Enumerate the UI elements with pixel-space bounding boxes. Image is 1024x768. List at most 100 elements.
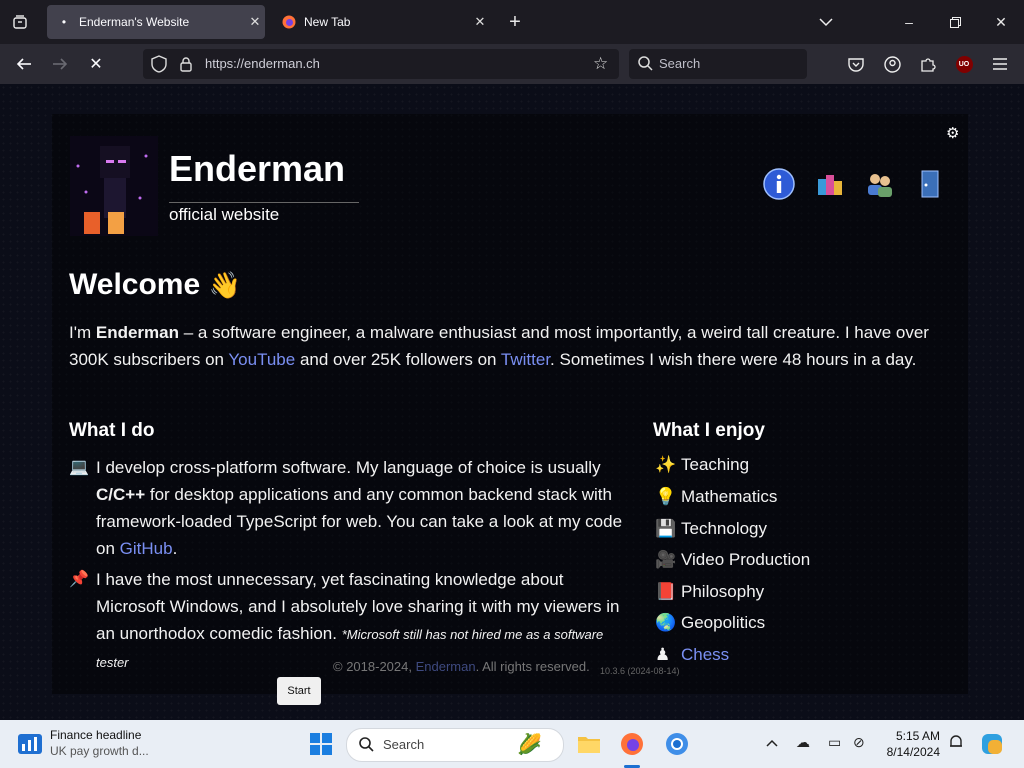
url-bar[interactable]: https://enderman.ch ☆ [143, 49, 619, 79]
item-bold: C/C++ [96, 485, 146, 504]
firefox-icon [282, 15, 296, 29]
info-icon[interactable] [762, 167, 796, 201]
clock-time[interactable]: 5:15 AM [884, 729, 940, 743]
movie-camera-emoji: 🎥 [655, 550, 677, 569]
windows-taskbar: Finance headline UK pay growth d... Sear… [0, 720, 1024, 768]
taskbar-search-placeholder: Search [383, 737, 425, 752]
intro-name: Enderman [95, 323, 179, 342]
footer-enderman-link[interactable]: Enderman [416, 659, 476, 674]
close-tab-icon[interactable]: ✕ [470, 14, 490, 30]
taskbar-search-input[interactable]: Search 🌽 [346, 728, 564, 762]
ublock-badge: UO [955, 55, 973, 73]
close-tab-icon[interactable]: ✕ [245, 14, 265, 30]
back-arrow-icon[interactable] [11, 52, 37, 76]
what-i-enjoy-heading: What I enjoy [653, 420, 765, 441]
tracking-shield-icon[interactable] [151, 55, 167, 78]
intro-text: and over 25K followers on [295, 350, 501, 369]
corn-search-highlight-icon: 🌽 [517, 734, 542, 756]
tab-list-icon[interactable] [8, 10, 32, 34]
tab-endermans-website[interactable]: • Enderman's Website ✕ [47, 5, 265, 39]
enderman-logo [70, 136, 158, 236]
tab-new-tab[interactable]: New Tab ✕ [272, 5, 490, 39]
search-placeholder: Search [659, 56, 701, 71]
item-text: . [172, 539, 178, 558]
extensions-puzzle-icon[interactable] [915, 52, 941, 76]
tab-favicon-dot: • [61, 15, 67, 29]
enjoy-item: 📕 Philosophy [655, 582, 764, 602]
welcome-heading: Welcome 👋 [69, 268, 241, 302]
chrome-icon[interactable] [661, 728, 693, 760]
chevron-up-icon[interactable] [766, 734, 778, 750]
account-icon[interactable] [879, 52, 905, 76]
floppy-disk-emoji: 💾 [655, 519, 677, 538]
projects-icon[interactable] [813, 167, 847, 201]
footer-copyright: © 2018-2024, [333, 659, 412, 674]
footer: © 2018-2024, Enderman. All rights reserv… [333, 659, 590, 674]
enjoy-item: 💾 Technology [655, 519, 767, 539]
tab-title: New Tab [304, 15, 351, 29]
chevron-down-icon[interactable] [814, 10, 838, 34]
closed-book-emoji: 📕 [655, 582, 677, 601]
enjoy-label: Video Production [681, 550, 811, 569]
enjoy-item: 💡 Mathematics [655, 487, 777, 507]
close-window-icon[interactable]: ✕ [989, 10, 1013, 34]
clock-date[interactable]: 8/14/2024 [884, 745, 940, 759]
ublock-origin-icon[interactable]: UO [951, 52, 977, 76]
contacts-users-icon[interactable] [863, 167, 897, 201]
maximize-icon[interactable] [943, 10, 967, 34]
what-i-do-heading: What I do [69, 420, 155, 441]
forward-arrow-icon[interactable] [47, 52, 73, 76]
item-text: I develop cross-platform software. My la… [96, 458, 601, 477]
twitter-link[interactable]: Twitter [501, 350, 550, 369]
tab-bar: • Enderman's Website ✕ New Tab ✕ + – ✕ [0, 0, 1024, 44]
stop-loading-icon[interactable]: ✕ [83, 52, 109, 76]
laptop-emoji: 💻 [69, 459, 89, 476]
widget-subtitle: UK pay growth d... [50, 744, 149, 758]
notification-bell-icon[interactable] [949, 734, 963, 753]
enjoy-label: Teaching [681, 455, 750, 474]
search-bar[interactable]: Search [629, 49, 807, 79]
github-link[interactable]: GitHub [120, 539, 173, 558]
version-label: 10.3.6 (2024-08-14) [600, 666, 680, 676]
page-viewport: ⚙ Enderman official website Welcome 👋 I'… [0, 84, 1024, 720]
sparkles-emoji: ✨ [655, 455, 677, 474]
network-icon[interactable]: ⊘ [853, 734, 865, 751]
lock-icon[interactable] [179, 56, 193, 77]
new-tab-plus-icon[interactable]: + [503, 10, 527, 34]
intro-text: . Sometimes I wish there were 48 hours i… [550, 350, 917, 369]
widget-title: Finance headline [50, 728, 142, 742]
enjoy-item[interactable]: ♟ Chess [655, 645, 729, 665]
search-icon [359, 737, 374, 757]
firefox-taskbar-icon[interactable] [616, 728, 648, 760]
footer-rights: . All rights reserved. [475, 659, 590, 674]
file-explorer-icon[interactable] [573, 728, 605, 760]
display-icon[interactable]: ▭ [828, 734, 841, 751]
finance-chart-icon [18, 734, 42, 759]
enjoy-item: 🌏 Geopolitics [655, 613, 765, 633]
chess-pawn-emoji: ♟ [655, 645, 671, 664]
start-button[interactable]: Start [277, 677, 321, 705]
exit-door-icon[interactable] [912, 167, 946, 201]
navigation-toolbar: ✕ https://enderman.ch ☆ Search UO [0, 44, 1024, 84]
globe-emoji: 🌏 [655, 613, 677, 632]
minimize-icon[interactable]: – [897, 10, 921, 34]
intro-text: I'm [69, 323, 96, 342]
enjoy-item: ✨ Teaching [655, 455, 749, 475]
chess-link[interactable]: Chess [681, 645, 729, 664]
copilot-icon[interactable] [976, 728, 1008, 760]
hamburger-menu-icon[interactable] [987, 52, 1013, 76]
welcome-text: Welcome [69, 268, 201, 301]
bookmark-star-icon[interactable]: ☆ [593, 54, 608, 74]
search-icon [638, 56, 653, 76]
tab-title: Enderman's Website [79, 15, 190, 29]
pocket-icon[interactable] [843, 52, 869, 76]
site-tagline: official website [169, 202, 359, 225]
windows-start-icon[interactable] [305, 728, 337, 760]
youtube-link[interactable]: YouTube [228, 350, 295, 369]
onedrive-offline-icon[interactable]: ☁ [796, 734, 810, 751]
waving-hand-emoji: 👋 [208, 270, 241, 300]
enjoy-label: Philosophy [681, 582, 765, 601]
enjoy-item: 🎥 Video Production [655, 550, 810, 570]
lightbulb-emoji: 💡 [655, 487, 677, 506]
settings-gear-icon[interactable]: ⚙ [946, 124, 959, 142]
